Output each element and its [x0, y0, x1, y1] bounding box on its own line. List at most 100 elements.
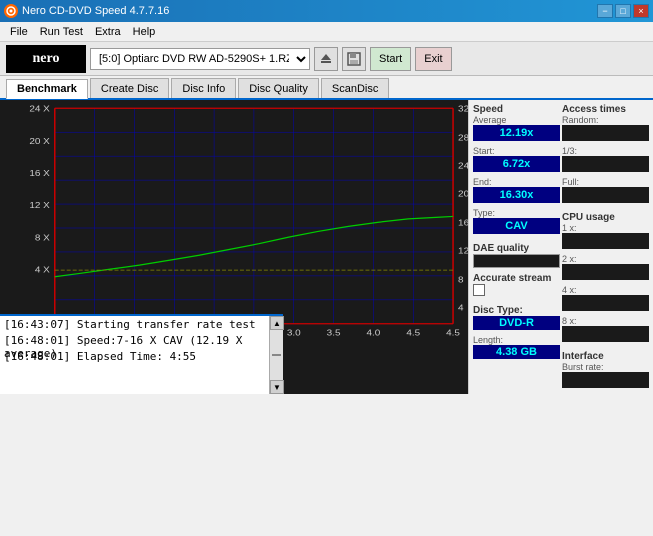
svg-text:24 X: 24 X [29, 104, 49, 113]
nero-logo: nero [6, 45, 86, 73]
app-icon [4, 4, 18, 18]
cpu-usage-label: CPU usage [562, 212, 649, 223]
interface-label: Interface [562, 351, 649, 362]
toolbar: nero [5:0] Optiarc DVD RW AD-5290S+ 1.RZ… [0, 42, 653, 76]
random-label: Random: [562, 115, 649, 125]
start-value: 6.72x [473, 156, 560, 172]
svg-text:16: 16 [458, 218, 468, 227]
svg-text:24: 24 [458, 161, 468, 170]
menu-run-test[interactable]: Run Test [34, 24, 89, 40]
log-scrollbar: ▲ ▼ [269, 316, 283, 394]
cpu-2x-block: 2 x: [562, 254, 649, 280]
one-third-label: 1/3: [562, 146, 649, 156]
full-value [562, 187, 649, 203]
menu-file[interactable]: File [4, 24, 34, 40]
menu-extra[interactable]: Extra [89, 24, 127, 40]
accurate-stream-checkbox[interactable] [473, 284, 485, 296]
dae-quality-label: DAE quality [473, 243, 560, 254]
scroll-down-button[interactable]: ▼ [270, 380, 284, 394]
eject-button[interactable] [314, 47, 338, 71]
one-third-block: 1/3: [562, 146, 649, 172]
svg-text:4.5: 4.5 [446, 328, 460, 337]
speed-block: Speed Average 12.19x [473, 104, 560, 141]
scroll-thumb[interactable] [272, 354, 281, 356]
disc-length-block: Length: 4.38 GB [473, 335, 560, 359]
svg-text:28: 28 [458, 133, 468, 142]
cpu-8x-block: 8 x: [562, 316, 649, 342]
title-bar: Nero CD-DVD Speed 4.7.7.16 − □ × [0, 0, 653, 22]
maximize-button[interactable]: □ [615, 4, 631, 18]
dae-bar [473, 254, 560, 268]
log-line-1: [16:43:07] Starting transfer rate test [4, 318, 265, 334]
disc-length-label: Length: [473, 335, 560, 345]
interface-block: Interface Burst rate: [562, 351, 649, 388]
type-block: Type: CAV [473, 208, 560, 234]
start-button[interactable]: Start [370, 47, 411, 71]
svg-text:16 X: 16 X [29, 169, 49, 178]
log-line-3: [16:48:01] Elapsed Time: 4:55 [4, 350, 265, 366]
cpu-8x-value [562, 326, 649, 342]
access-times-block: Access times Random: [562, 104, 649, 141]
log-area: [16:43:07] Starting transfer rate test [… [0, 314, 283, 394]
cpu-2x-label: 2 x: [562, 254, 649, 264]
disc-block: Disc Type: DVD-R [473, 305, 560, 330]
cpu-4x-block: 4 x: [562, 285, 649, 311]
type-value: CAV [473, 218, 560, 234]
svg-text:3.5: 3.5 [327, 328, 341, 337]
exit-button[interactable]: Exit [415, 47, 451, 71]
title-text: Nero CD-DVD Speed 4.7.7.16 [22, 5, 169, 17]
svg-text:20 X: 20 X [29, 137, 49, 146]
svg-text:12: 12 [458, 246, 468, 255]
svg-text:4.5: 4.5 [406, 328, 420, 337]
chart-area: 24 X 20 X 16 X 12 X 8 X 4 X 32 28 24 20 … [0, 100, 468, 394]
full-label: Full: [562, 177, 649, 187]
one-third-value [562, 156, 649, 172]
svg-text:4: 4 [458, 303, 464, 312]
svg-text:20: 20 [458, 189, 468, 198]
random-value [562, 125, 649, 141]
accurate-stream-block: Accurate stream [473, 273, 560, 296]
menu-bar: File Run Test Extra Help [0, 22, 653, 42]
minimize-button[interactable]: − [597, 4, 613, 18]
type-label: Type: [473, 208, 560, 218]
svg-text:4.0: 4.0 [366, 328, 380, 337]
disc-length-value: 4.38 GB [473, 345, 560, 359]
cpu-8x-label: 8 x: [562, 316, 649, 326]
close-button[interactable]: × [633, 4, 649, 18]
tab-disc-info[interactable]: Disc Info [171, 78, 236, 98]
svg-text:4 X: 4 X [35, 265, 50, 274]
content-area: 24 X 20 X 16 X 12 X 8 X 4 X 32 28 24 20 … [0, 100, 653, 394]
cpu-2x-value [562, 264, 649, 280]
stats-left-col: Speed Average 12.19x Start: 6.72x End: 1… [473, 104, 560, 390]
cpu-4x-label: 4 x: [562, 285, 649, 295]
start-label: Start: [473, 146, 560, 156]
log-line-2: [16:48:01] Speed:7-16 X CAV (12.19 X ave… [4, 334, 265, 350]
access-times-label: Access times [562, 104, 649, 115]
scroll-up-button[interactable]: ▲ [270, 316, 284, 330]
average-value: 12.19x [473, 125, 560, 141]
cpu-1x-label: 1 x: [562, 223, 649, 233]
disc-type-section-label: Disc Type: [473, 305, 560, 316]
average-label: Average [473, 115, 560, 125]
cpu-1x-value [562, 233, 649, 249]
tab-benchmark[interactable]: Benchmark [6, 79, 88, 99]
svg-text:12 X: 12 X [29, 201, 49, 210]
disc-type-value: DVD-R [473, 316, 560, 330]
burst-rate-value [562, 372, 649, 388]
menu-help[interactable]: Help [127, 24, 162, 40]
burst-rate-label: Burst rate: [562, 362, 649, 372]
svg-text:3.0: 3.0 [287, 328, 301, 337]
accurate-stream-label: Accurate stream [473, 273, 560, 284]
end-block: End: 16.30x [473, 177, 560, 203]
end-label: End: [473, 177, 560, 187]
tab-scan-disc[interactable]: ScanDisc [321, 78, 389, 98]
svg-text:8 X: 8 X [35, 233, 50, 242]
end-value: 16.30x [473, 187, 560, 203]
tab-create-disc[interactable]: Create Disc [90, 78, 169, 98]
tabs: Benchmark Create Disc Disc Info Disc Qua… [0, 76, 653, 100]
svg-text:8: 8 [458, 275, 464, 284]
stats-right-col: Access times Random: 1/3: Full: CPU usag… [562, 104, 649, 390]
drive-select[interactable]: [5:0] Optiarc DVD RW AD-5290S+ 1.RZ [90, 48, 310, 70]
tab-disc-quality[interactable]: Disc Quality [238, 78, 319, 98]
save-button[interactable] [342, 47, 366, 71]
